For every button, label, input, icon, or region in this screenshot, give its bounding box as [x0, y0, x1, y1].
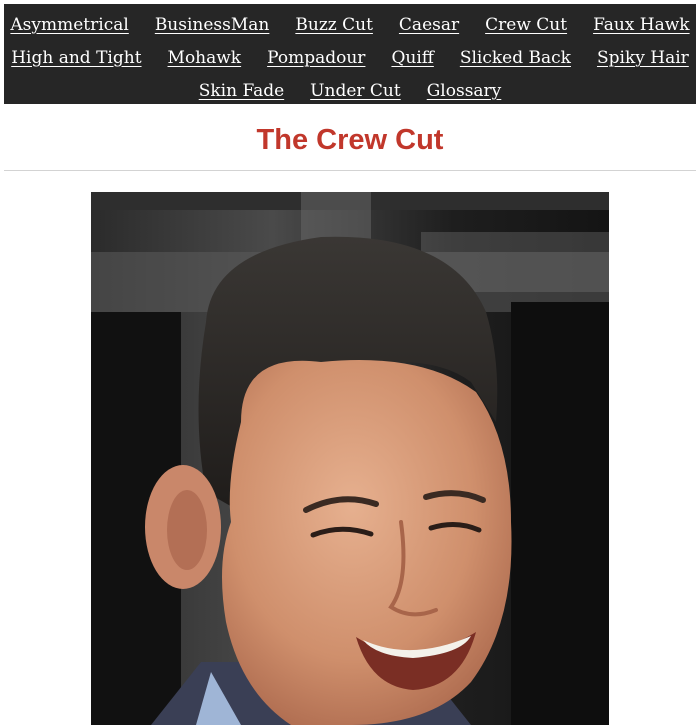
- nav-link-under-cut[interactable]: Under Cut: [310, 81, 401, 101]
- nav-link-asymmetrical[interactable]: Asymmetrical: [10, 15, 128, 35]
- crew-cut-portrait: [91, 192, 609, 725]
- title-divider: [4, 170, 696, 171]
- nav-link-caesar[interactable]: Caesar: [399, 15, 459, 35]
- nav-link-mohawk[interactable]: Mohawk: [168, 48, 242, 68]
- nav-link-quiff[interactable]: Quiff: [391, 48, 433, 68]
- hairstyle-photo: [91, 192, 609, 725]
- nav-row: Skin Fade Under Cut Glossary: [4, 74, 696, 107]
- nav-link-buzz-cut[interactable]: Buzz Cut: [295, 15, 373, 35]
- nav-row: High and Tight Mohawk Pompadour Quiff Sl…: [4, 41, 696, 74]
- main-navigation: Asymmetrical BusinessMan Buzz Cut Caesar…: [4, 4, 696, 104]
- nav-link-slicked-back[interactable]: Slicked Back: [460, 48, 571, 68]
- nav-link-high-and-tight[interactable]: High and Tight: [11, 48, 141, 68]
- nav-link-pompadour[interactable]: Pompadour: [267, 48, 365, 68]
- nav-link-businessman[interactable]: BusinessMan: [155, 15, 270, 35]
- page-title: The Crew Cut: [256, 124, 444, 156]
- nav-link-glossary[interactable]: Glossary: [427, 81, 502, 101]
- nav-row: Asymmetrical BusinessMan Buzz Cut Caesar…: [4, 8, 696, 41]
- nav-link-spiky-hair[interactable]: Spiky Hair: [597, 48, 689, 68]
- nav-link-skin-fade[interactable]: Skin Fade: [199, 81, 284, 101]
- nav-link-crew-cut[interactable]: Crew Cut: [485, 15, 567, 35]
- nav-link-faux-hawk[interactable]: Faux Hawk: [593, 15, 690, 35]
